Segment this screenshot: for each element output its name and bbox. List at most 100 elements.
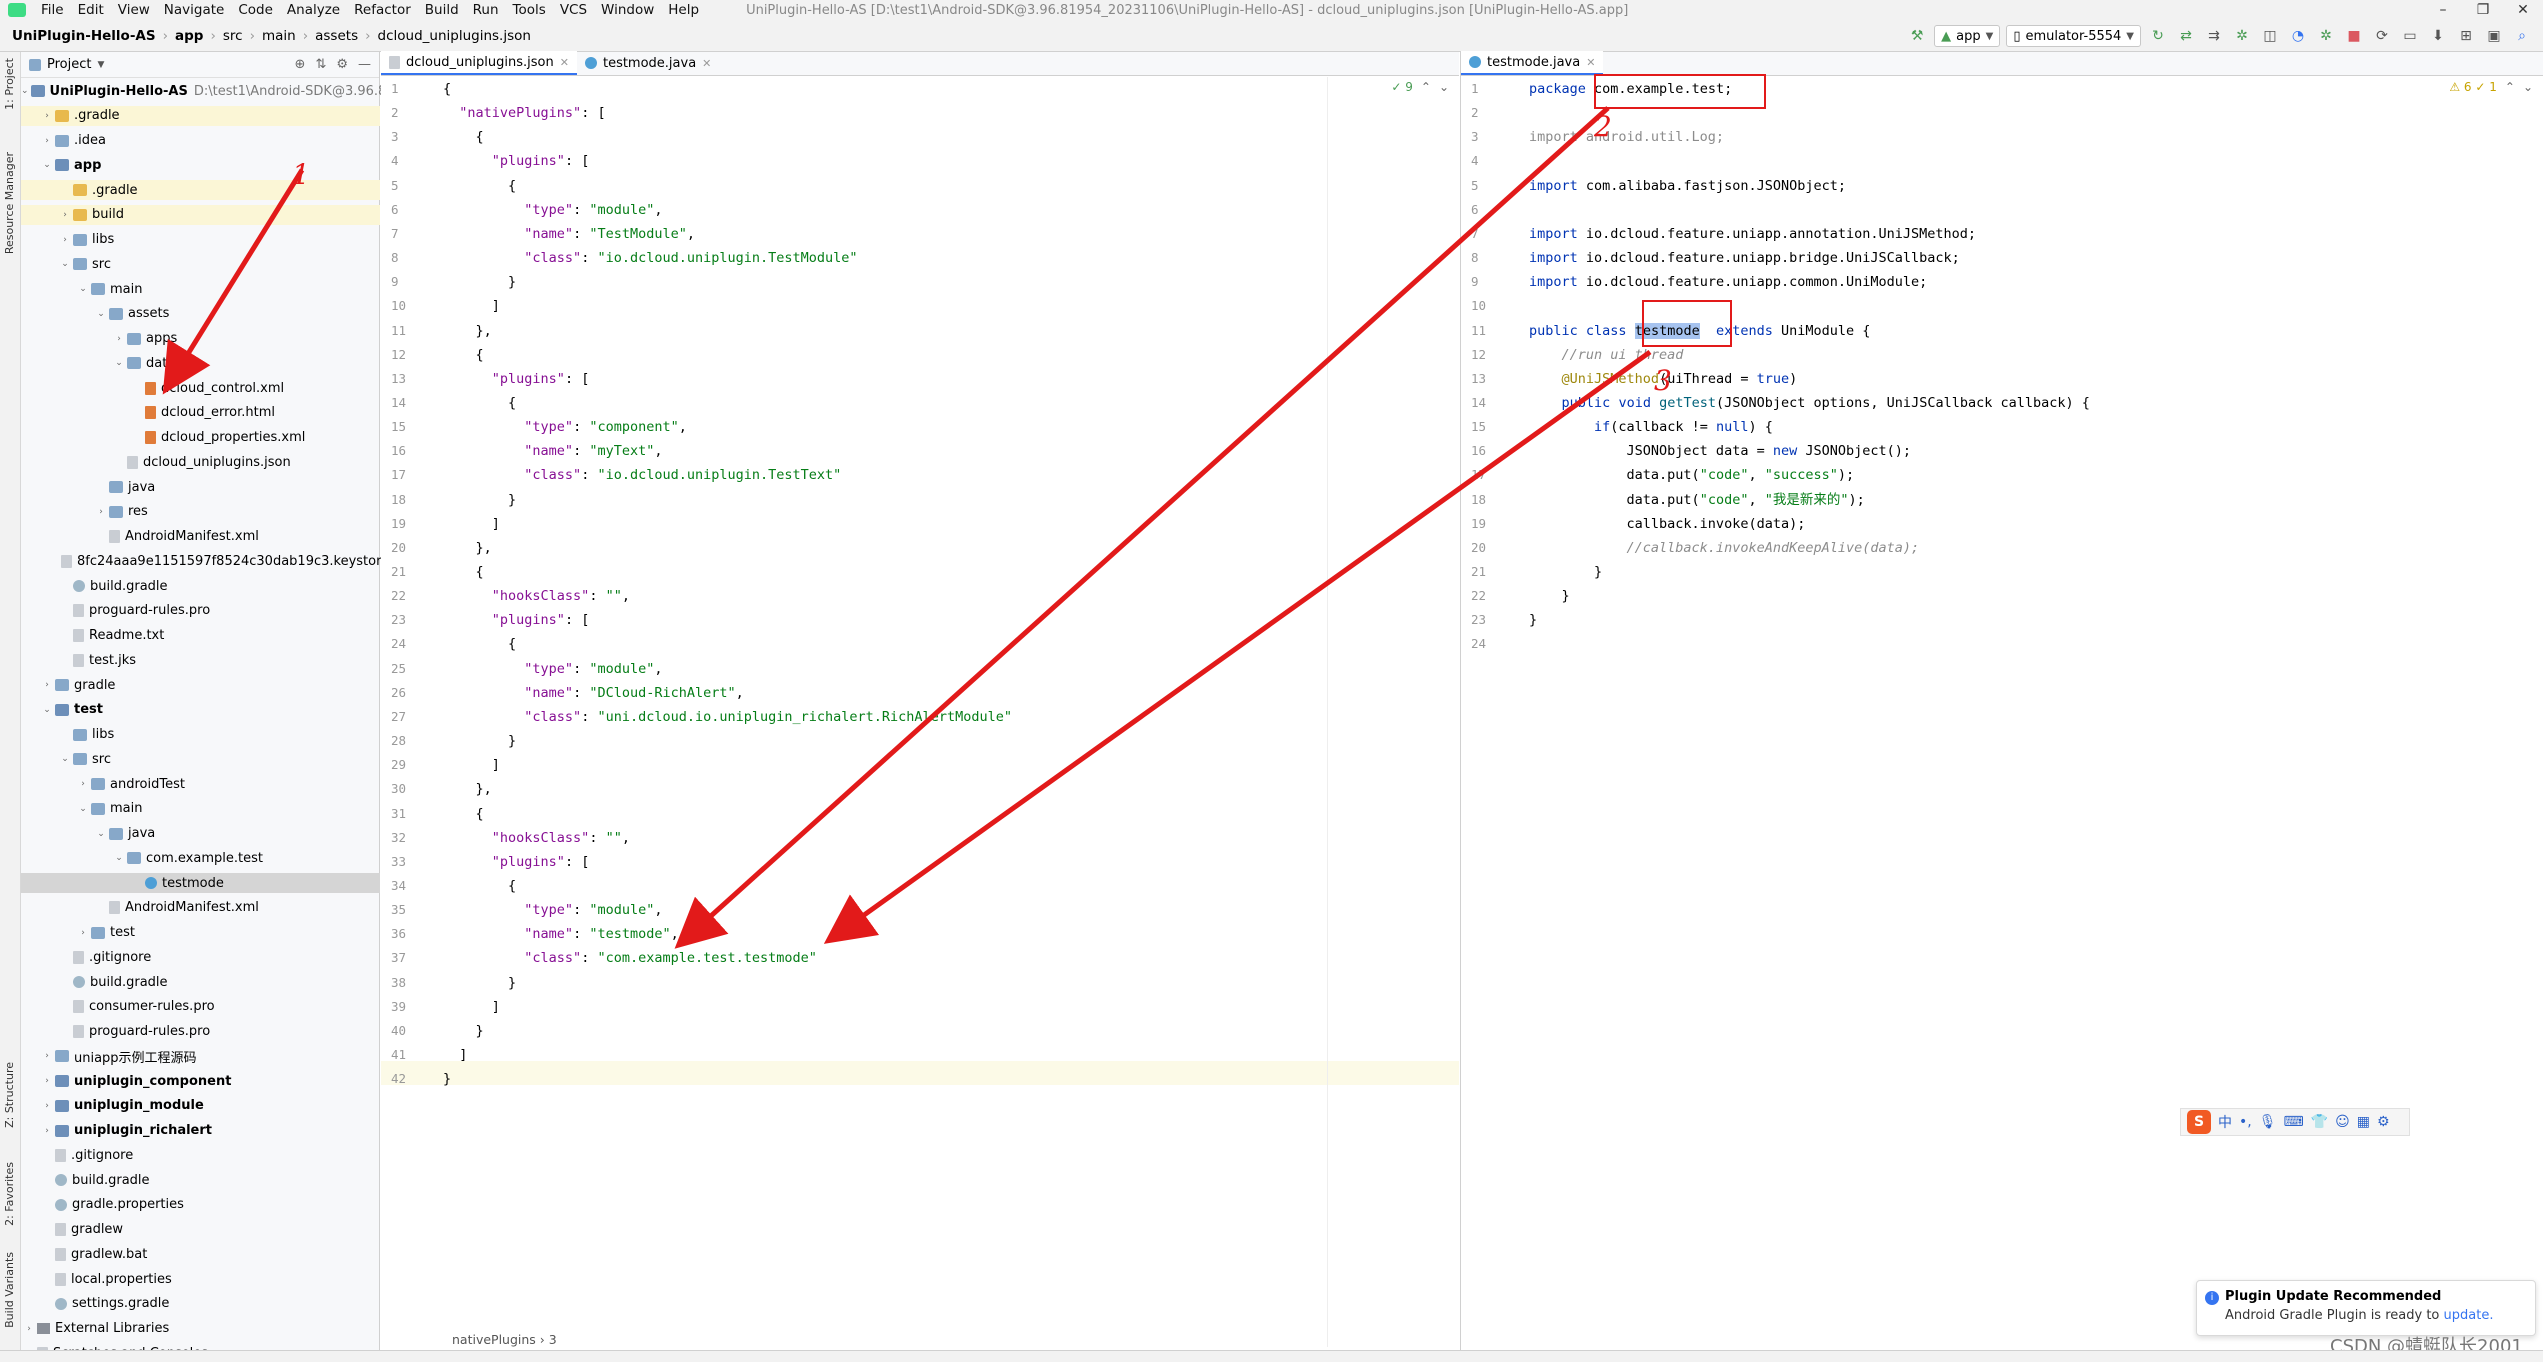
rerun-icon[interactable]: ↻: [2147, 25, 2169, 47]
avd-manager-icon[interactable]: ▭: [2399, 25, 2421, 47]
chevron-down-icon[interactable]: ⌄: [59, 754, 71, 764]
chevron-right-icon[interactable]: ›: [59, 235, 71, 245]
tree-item[interactable]: ⌄ main: [21, 279, 380, 299]
chevron-down-icon[interactable]: ⌄: [113, 853, 125, 863]
tree-item[interactable]: consumer-rules.pro: [21, 997, 380, 1017]
menu-view[interactable]: View: [111, 2, 157, 18]
tree-item[interactable]: Readme.txt: [21, 626, 380, 646]
breadcrumb-item[interactable]: src: [219, 28, 247, 44]
chevron-down-icon[interactable]: ⌄: [1439, 80, 1449, 94]
chevron-right-icon[interactable]: ›: [59, 210, 71, 220]
tree-item[interactable]: dcloud_control.xml: [21, 378, 380, 398]
skin-icon[interactable]: 👕: [2311, 1114, 2328, 1130]
editor-tab[interactable]: testmode.java ✕: [577, 51, 719, 75]
tree-item[interactable]: java: [21, 477, 380, 497]
tree-item[interactable]: proguard-rules.pro: [21, 1022, 380, 1042]
update-link[interactable]: update.: [2444, 1308, 2494, 1323]
stop-icon[interactable]: ■: [2343, 25, 2365, 47]
tree-item[interactable]: › androidTest: [21, 774, 380, 794]
sync-gradle-icon[interactable]: ⟳: [2371, 25, 2393, 47]
chevron-down-icon[interactable]: ⌄: [59, 259, 71, 269]
chevron-down-icon[interactable]: ⌄: [77, 804, 89, 814]
tree-item[interactable]: ⌄ assets: [21, 304, 380, 324]
ime-punctuation[interactable]: •,: [2239, 1114, 2252, 1130]
chevron-right-icon[interactable]: ›: [77, 928, 89, 938]
tree-item[interactable]: proguard-rules.pro: [21, 601, 380, 621]
chevron-right-icon[interactable]: ›: [41, 111, 53, 121]
chevron-down-icon[interactable]: ⌄: [113, 358, 125, 368]
tree-item[interactable]: build.gradle: [21, 576, 380, 596]
chevron-right-icon[interactable]: ›: [23, 1324, 35, 1334]
menu-edit[interactable]: Edit: [71, 2, 111, 18]
tree-item[interactable]: .gitignore: [21, 1145, 380, 1165]
chevron-right-icon[interactable]: ›: [77, 779, 89, 789]
hide-icon[interactable]: —: [358, 57, 371, 72]
chevron-down-icon[interactable]: ⌄: [41, 705, 53, 715]
ime-mode[interactable]: 中: [2218, 1112, 2232, 1132]
inspection-widget[interactable]: ✓ 9 ⌃ ⌄: [1391, 80, 1449, 94]
editor-tab[interactable]: testmode.java ✕: [1461, 51, 1604, 75]
tree-item[interactable]: libs: [21, 725, 380, 745]
gear-icon[interactable]: ⚙: [336, 57, 348, 72]
chevron-right-icon[interactable]: ›: [41, 136, 53, 146]
gear-icon[interactable]: ⚙: [2377, 1114, 2390, 1130]
breadcrumb-item[interactable]: main: [258, 28, 300, 44]
tree-item[interactable]: build.gradle: [21, 972, 380, 992]
layout-inspector-icon[interactable]: ⊞: [2455, 25, 2477, 47]
menu-vcs[interactable]: VCS: [553, 2, 594, 18]
menu-analyze[interactable]: Analyze: [280, 2, 347, 18]
tree-item[interactable]: ⌄ java: [21, 824, 380, 844]
chevron-down-icon[interactable]: ⌄: [2523, 80, 2533, 94]
chevron-down-icon[interactable]: ⌄: [77, 284, 89, 294]
tree-item[interactable]: .gitignore: [21, 947, 380, 967]
restore-icon[interactable]: ❐: [2463, 2, 2503, 18]
close-tab-icon[interactable]: ✕: [1586, 56, 1595, 69]
structure-tab[interactable]: Z: Structure: [3, 1062, 16, 1128]
menu-navigate[interactable]: Navigate: [157, 2, 232, 18]
chevron-right-icon[interactable]: ›: [41, 1101, 53, 1111]
tree-item[interactable]: › uniplugin_module: [21, 1096, 380, 1116]
resource-manager-tab[interactable]: Resource Manager: [3, 152, 16, 254]
toolbox-icon[interactable]: ▦: [2357, 1114, 2370, 1130]
chevron-right-icon[interactable]: ›: [95, 507, 107, 517]
collapse-all-icon[interactable]: ⇅: [315, 57, 326, 72]
json-breadcrumb[interactable]: nativePlugins › 3: [452, 1332, 557, 1347]
tree-item[interactable]: ⌄ main: [21, 799, 380, 819]
chevron-down-icon[interactable]: ⌄: [41, 160, 53, 170]
tree-item[interactable]: › apps: [21, 329, 380, 349]
tree-item[interactable]: › uniapp示例工程源码: [21, 1046, 380, 1066]
tree-item[interactable]: › gradle: [21, 675, 380, 695]
chevron-right-icon[interactable]: ›: [41, 1126, 53, 1136]
project-tool-tab[interactable]: 1: Project: [3, 58, 16, 110]
java-inspection-widget[interactable]: ⚠ 6 ✓ 1 ⌃ ⌄: [2449, 80, 2533, 94]
chevron-right-icon[interactable]: ›: [41, 680, 53, 690]
tree-item[interactable]: settings.gradle: [21, 1294, 380, 1314]
menu-window[interactable]: Window: [594, 2, 661, 18]
minimize-icon[interactable]: –: [2423, 2, 2463, 18]
debug-icon[interactable]: ✲: [2231, 25, 2253, 47]
tree-item[interactable]: AndroidManifest.xml: [21, 527, 380, 547]
build-variants-tab[interactable]: Build Variants: [3, 1252, 16, 1328]
chevron-down-icon[interactable]: ⌄: [21, 86, 29, 96]
apply-changes-icon[interactable]: ⇄: [2175, 25, 2197, 47]
chevron-down-icon[interactable]: ⌄: [95, 309, 107, 319]
tree-item[interactable]: ⌄ app: [21, 155, 380, 175]
editor-tab[interactable]: dcloud_uniplugins.json ✕: [381, 51, 577, 75]
tree-item[interactable]: AndroidManifest.xml: [21, 898, 380, 918]
sogou-logo[interactable]: S: [2187, 1110, 2211, 1134]
tree-item[interactable]: › libs: [21, 230, 380, 250]
chevron-up-icon[interactable]: ⌃: [1421, 80, 1431, 94]
chevron-right-icon[interactable]: ›: [113, 334, 125, 344]
tree-item[interactable]: ⌄ data: [21, 353, 380, 373]
menu-help[interactable]: Help: [661, 2, 706, 18]
coverage-icon[interactable]: ◫: [2259, 25, 2281, 47]
hammer-icon[interactable]: ⚒: [1906, 25, 1928, 47]
tree-root[interactable]: ⌄ UniPlugin-Hello-AS D:\test1\Android-SD…: [21, 81, 411, 101]
menu-refactor[interactable]: Refactor: [347, 2, 418, 18]
tree-item[interactable]: › test: [21, 923, 380, 943]
tree-item[interactable]: .gradle: [21, 180, 380, 200]
apply-code-changes-icon[interactable]: ⇉: [2203, 25, 2225, 47]
chevron-down-icon[interactable]: ⌄: [95, 829, 107, 839]
device-explorer-icon[interactable]: ▣: [2483, 25, 2505, 47]
attach-debugger-icon[interactable]: ✲: [2315, 25, 2337, 47]
